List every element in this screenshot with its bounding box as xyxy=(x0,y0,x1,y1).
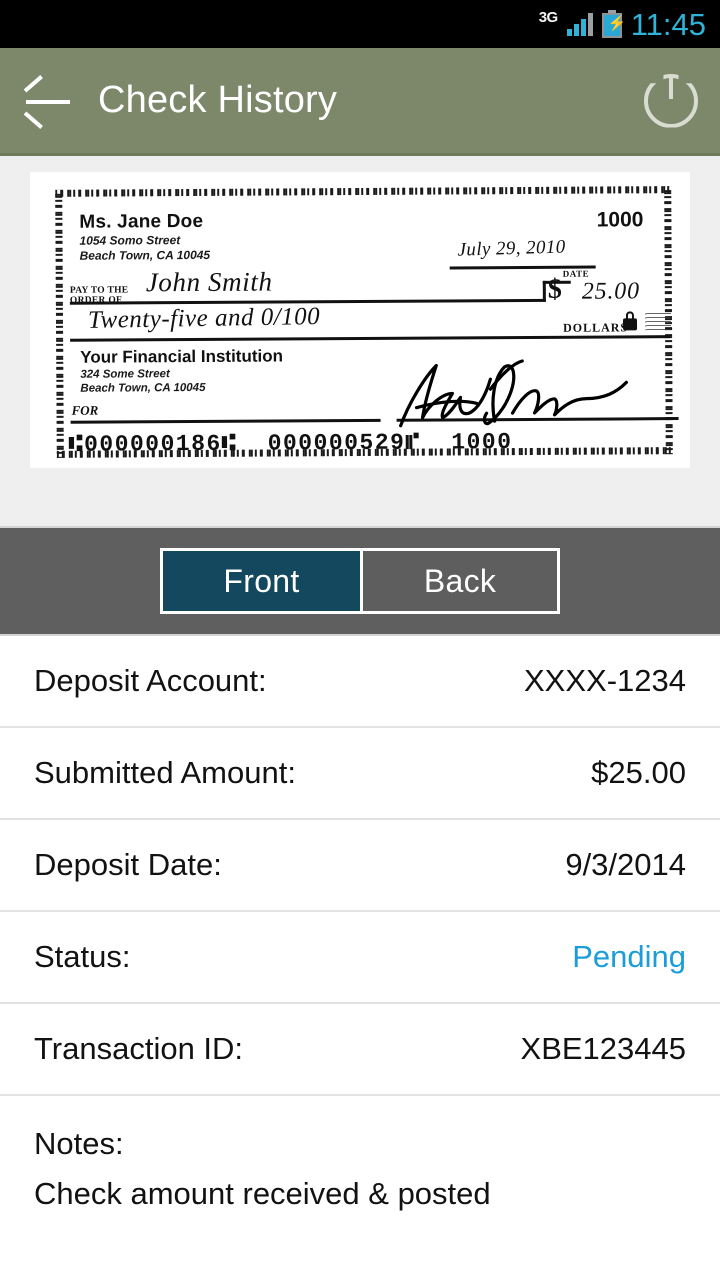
network-type-label: 3G xyxy=(538,8,559,26)
tab-back[interactable]: Back xyxy=(360,551,557,611)
check-amount-words: Twenty-five and 0/100 xyxy=(87,303,321,334)
check-micr-line: ⑆000000186⑆ 000000529⑈ 1000 xyxy=(68,429,513,458)
check-amount-words-rule xyxy=(70,335,671,342)
check-dollars-label: DOLLARS xyxy=(563,320,629,335)
app-header: Check History xyxy=(0,48,720,156)
check-history-screen: 3G ⚡ 11:45 Check History Ms. Jane Doe 10 xyxy=(0,0,720,1280)
row-label: Status: xyxy=(34,939,131,974)
check-payer-address-line1: 1054 Somo Street xyxy=(79,233,181,248)
deposit-details-list: Deposit Account: XXXX-1234 Submitted Amo… xyxy=(0,636,720,1096)
check-payer-address-line2: Beach Town, CA 10045 xyxy=(79,247,211,263)
check-perforation-top xyxy=(55,186,672,197)
row-label: Deposit Account: xyxy=(34,663,267,698)
row-value: 9/3/2014 xyxy=(565,847,686,882)
tab-front[interactable]: Front xyxy=(163,551,360,611)
table-row: Submitted Amount: $25.00 xyxy=(0,728,720,820)
check-side-toggle-band: Front Back xyxy=(0,526,720,636)
check-amount-box-edge xyxy=(542,280,546,302)
check-bank-name: Your Financial Institution xyxy=(80,346,284,367)
table-row: Deposit Account: XXXX-1234 xyxy=(0,636,720,728)
row-value: XBE123445 xyxy=(520,1031,686,1066)
check-bank-address-line1: 324 Some Street xyxy=(80,368,170,381)
row-label: Submitted Amount: xyxy=(34,755,296,790)
signal-bars-icon xyxy=(566,12,593,36)
check-perforation-left xyxy=(55,189,64,458)
status-bar: 3G ⚡ 11:45 xyxy=(0,0,720,48)
microprint-block xyxy=(644,311,672,331)
notes-section: Notes: Check amount received & posted xyxy=(0,1096,720,1212)
check-front-image: Ms. Jane Doe 1054 Somo Street Beach Town… xyxy=(37,180,683,462)
check-date-label: DATE xyxy=(562,268,590,279)
handwritten-signature xyxy=(390,358,650,432)
back-arrow-icon[interactable] xyxy=(22,74,76,129)
check-image-card[interactable]: Ms. Jane Doe 1054 Somo Street Beach Town… xyxy=(30,172,690,468)
row-label: Transaction ID: xyxy=(34,1031,244,1066)
table-row: Status: Pending xyxy=(0,912,720,1004)
lock-icon xyxy=(622,311,638,331)
status-badge: Pending xyxy=(572,939,686,974)
check-for-rule xyxy=(70,418,381,424)
check-for-label: FOR xyxy=(71,402,99,418)
table-row: Transaction ID: XBE123445 xyxy=(0,1004,720,1096)
check-amount-numeric: 25.00 xyxy=(581,278,640,305)
row-value: $25.00 xyxy=(591,755,686,790)
notes-text: Check amount received & posted xyxy=(34,1176,491,1211)
check-number: 1000 xyxy=(596,208,644,232)
status-bar-clock: 11:45 xyxy=(630,6,706,42)
battery-charging-icon: ⚡ xyxy=(601,10,626,38)
row-value: XXXX-1234 xyxy=(524,663,686,698)
check-side-toggle: Front Back xyxy=(160,548,560,614)
check-image-panel: Ms. Jane Doe 1054 Somo Street Beach Town… xyxy=(0,156,720,526)
table-row: Deposit Date: 9/3/2014 xyxy=(0,820,720,912)
page-title: Check History xyxy=(98,79,338,121)
notes-label: Notes: xyxy=(34,1126,124,1161)
power-icon[interactable] xyxy=(644,73,698,128)
check-payee-name: John Smith xyxy=(145,266,273,298)
check-dollar-sign: $ xyxy=(547,273,562,305)
check-payer-name: Ms. Jane Doe xyxy=(79,210,204,233)
check-date-value: July 29, 2010 xyxy=(457,236,566,261)
check-bank-address-line2: Beach Town, CA 10045 xyxy=(80,381,206,395)
row-label: Deposit Date: xyxy=(34,847,222,882)
